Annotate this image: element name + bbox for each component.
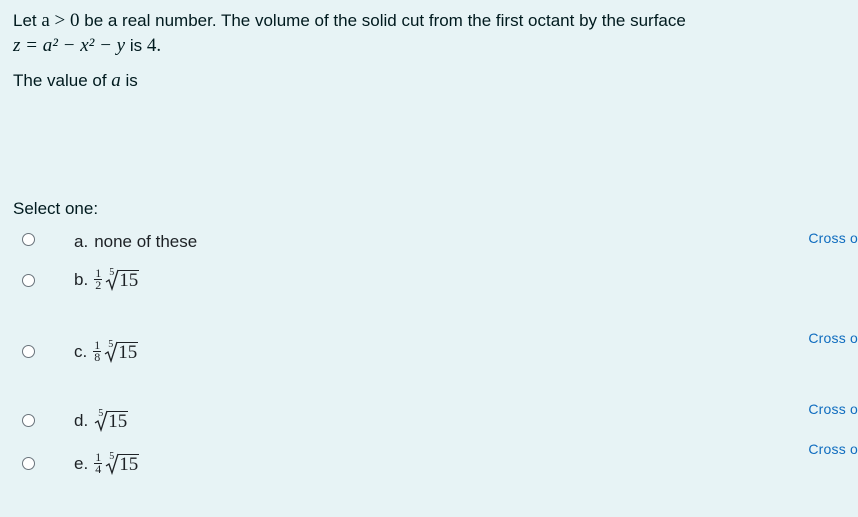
answer-option-c[interactable]: c. 1 8 5 15 Cross o — [0, 330, 858, 366]
fifth-root: 5 15 — [94, 408, 129, 432]
cross-out-link-e[interactable]: Cross o — [808, 441, 858, 457]
question-line-3: The value of a is — [13, 70, 138, 91]
question-line-2: z = a² − x² − y is 4. — [13, 35, 162, 56]
math-volume-value: 4. — [146, 35, 162, 56]
option-a-label[interactable]: a. none of these — [74, 232, 197, 252]
cross-out-link-c[interactable]: Cross o — [808, 330, 858, 346]
math-surface-equation: z = a² − x² − y — [13, 35, 126, 56]
answer-option-d[interactable]: d. 5 15 Cross o — [0, 401, 858, 436]
radio-option-c[interactable] — [22, 345, 35, 358]
answer-option-a[interactable]: a. none of these Cross o — [0, 226, 858, 256]
fraction: 1 8 — [93, 338, 102, 364]
cross-out-link-d[interactable]: Cross o — [808, 401, 858, 417]
option-e-label[interactable]: e. 1 4 5 15 — [74, 450, 140, 476]
answer-option-b[interactable]: b. 1 2 5 15 — [0, 265, 858, 295]
fraction: 1 4 — [94, 450, 103, 476]
radio-option-d[interactable] — [22, 414, 35, 427]
radio-option-a[interactable] — [22, 233, 35, 246]
question-line-1: Let a > 0 be a real number. The volume o… — [13, 10, 686, 31]
math-var-a: a — [111, 70, 121, 91]
math-a-positive: a > 0 — [41, 10, 80, 31]
radio-option-b[interactable] — [22, 274, 35, 287]
fraction: 1 2 — [94, 266, 103, 292]
option-d-label[interactable]: d. 5 15 — [74, 408, 129, 432]
option-b-label[interactable]: b. 1 2 5 15 — [74, 266, 140, 292]
answer-option-e[interactable]: e. 1 4 5 15 Cross o — [0, 441, 858, 479]
option-c-label[interactable]: c. 1 8 5 15 — [74, 338, 139, 364]
select-one-prompt: Select one: — [13, 199, 99, 218]
radio-option-e[interactable] — [22, 457, 35, 470]
fifth-root: 5 15 — [105, 267, 140, 291]
fifth-root: 5 15 — [105, 451, 140, 475]
question-text: Let a > 0 be a real number. The volume o… — [13, 8, 813, 93]
fifth-root: 5 15 — [104, 339, 139, 363]
cross-out-link-a[interactable]: Cross o — [808, 230, 858, 246]
